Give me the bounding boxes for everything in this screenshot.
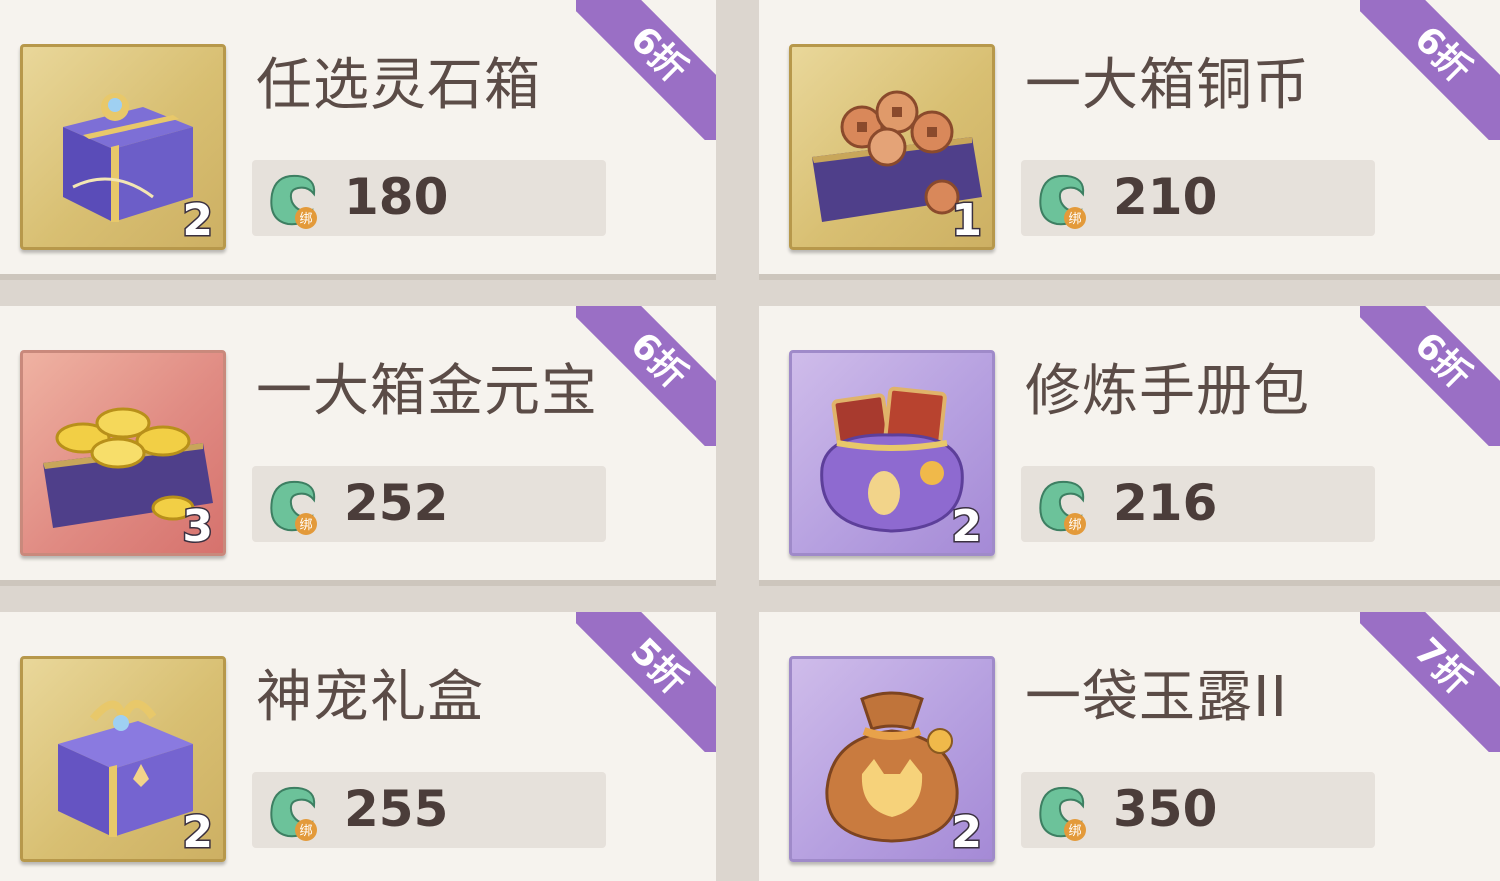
- discount-ribbon: 6折: [1360, 306, 1500, 446]
- bound-badge: 绑: [1068, 212, 1081, 227]
- price-tag[interactable]: 绑 216: [1021, 466, 1375, 542]
- item-thumbnail: 3: [20, 350, 226, 556]
- discount-ribbon: 6折: [576, 0, 716, 140]
- item-name: 神宠礼盒: [256, 665, 484, 730]
- bound-badge: 绑: [299, 518, 312, 533]
- shop-item-card[interactable]: 2 神宠礼盒 绑 255 5折: [0, 612, 716, 881]
- discount-label: 6折: [1406, 18, 1479, 91]
- discount-ribbon: 7折: [1360, 612, 1500, 752]
- shop-item-card[interactable]: 3 一大箱金元宝 绑 252 6折: [0, 306, 716, 586]
- discount-label: 6折: [622, 324, 695, 397]
- price-tag[interactable]: 绑 180: [252, 160, 606, 236]
- discount-label: 7折: [1406, 630, 1479, 703]
- bound-badge: 绑: [299, 824, 312, 839]
- item-thumbnail: 1: [789, 44, 995, 250]
- item-thumbnail: 2: [20, 44, 226, 250]
- price-tag[interactable]: 绑 210: [1021, 160, 1375, 236]
- discount-ribbon: 5折: [576, 612, 716, 752]
- discount-label: 6折: [1406, 324, 1479, 397]
- item-name: 一大箱金元宝: [256, 359, 598, 424]
- jade-dragon-coin-icon: 绑: [1039, 480, 1086, 535]
- jade-dragon-coin-icon: 绑: [270, 786, 317, 841]
- discount-label: 5折: [622, 630, 695, 703]
- jade-dragon-coin-icon: 绑: [270, 480, 317, 535]
- price-tag[interactable]: 绑 255: [252, 772, 606, 848]
- item-thumbnail: 2: [20, 656, 226, 862]
- jade-dragon-coin-icon: 绑: [1039, 174, 1086, 229]
- item-name: 修炼手册包: [1025, 359, 1310, 424]
- item-price: 210: [1113, 168, 1218, 226]
- item-quantity: 2: [181, 807, 215, 858]
- shop-item-card[interactable]: 2 一袋玉露II 绑 350 7折: [759, 612, 1500, 881]
- item-price: 350: [1113, 780, 1218, 838]
- item-quantity: 1: [950, 195, 984, 246]
- item-quantity: 3: [181, 501, 215, 552]
- shop-item-card[interactable]: 2 任选灵石箱 绑 180 6折: [0, 0, 716, 280]
- bound-badge: 绑: [1068, 518, 1081, 533]
- item-quantity: 2: [181, 195, 215, 246]
- bound-badge: 绑: [299, 212, 312, 227]
- jade-dragon-coin-icon: 绑: [1039, 786, 1086, 841]
- shop-item-card[interactable]: 1 一大箱铜币 绑 210 6折: [759, 0, 1500, 280]
- price-tag[interactable]: 绑 252: [252, 466, 606, 542]
- item-quantity: 2: [950, 501, 984, 552]
- item-quantity: 2: [950, 807, 984, 858]
- shop-grid: 2 任选灵石箱 绑 180 6折 1 一大箱铜币 绑 210 6折 3 一大箱金…: [0, 0, 1500, 881]
- item-price: 180: [344, 168, 449, 226]
- item-name: 一大箱铜币: [1025, 53, 1310, 118]
- discount-ribbon: 6折: [576, 306, 716, 446]
- item-price: 252: [344, 474, 449, 532]
- price-tag[interactable]: 绑 350: [1021, 772, 1375, 848]
- jade-dragon-coin-icon: 绑: [270, 174, 317, 229]
- bound-badge: 绑: [1068, 824, 1081, 839]
- item-name: 一袋玉露II: [1025, 665, 1289, 730]
- shop-item-card[interactable]: 2 修炼手册包 绑 216 6折: [759, 306, 1500, 586]
- item-price: 216: [1113, 474, 1218, 532]
- item-price: 255: [344, 780, 449, 838]
- item-thumbnail: 2: [789, 350, 995, 556]
- discount-label: 6折: [622, 18, 695, 91]
- item-thumbnail: 2: [789, 656, 995, 862]
- discount-ribbon: 6折: [1360, 0, 1500, 140]
- item-name: 任选灵石箱: [256, 53, 541, 118]
